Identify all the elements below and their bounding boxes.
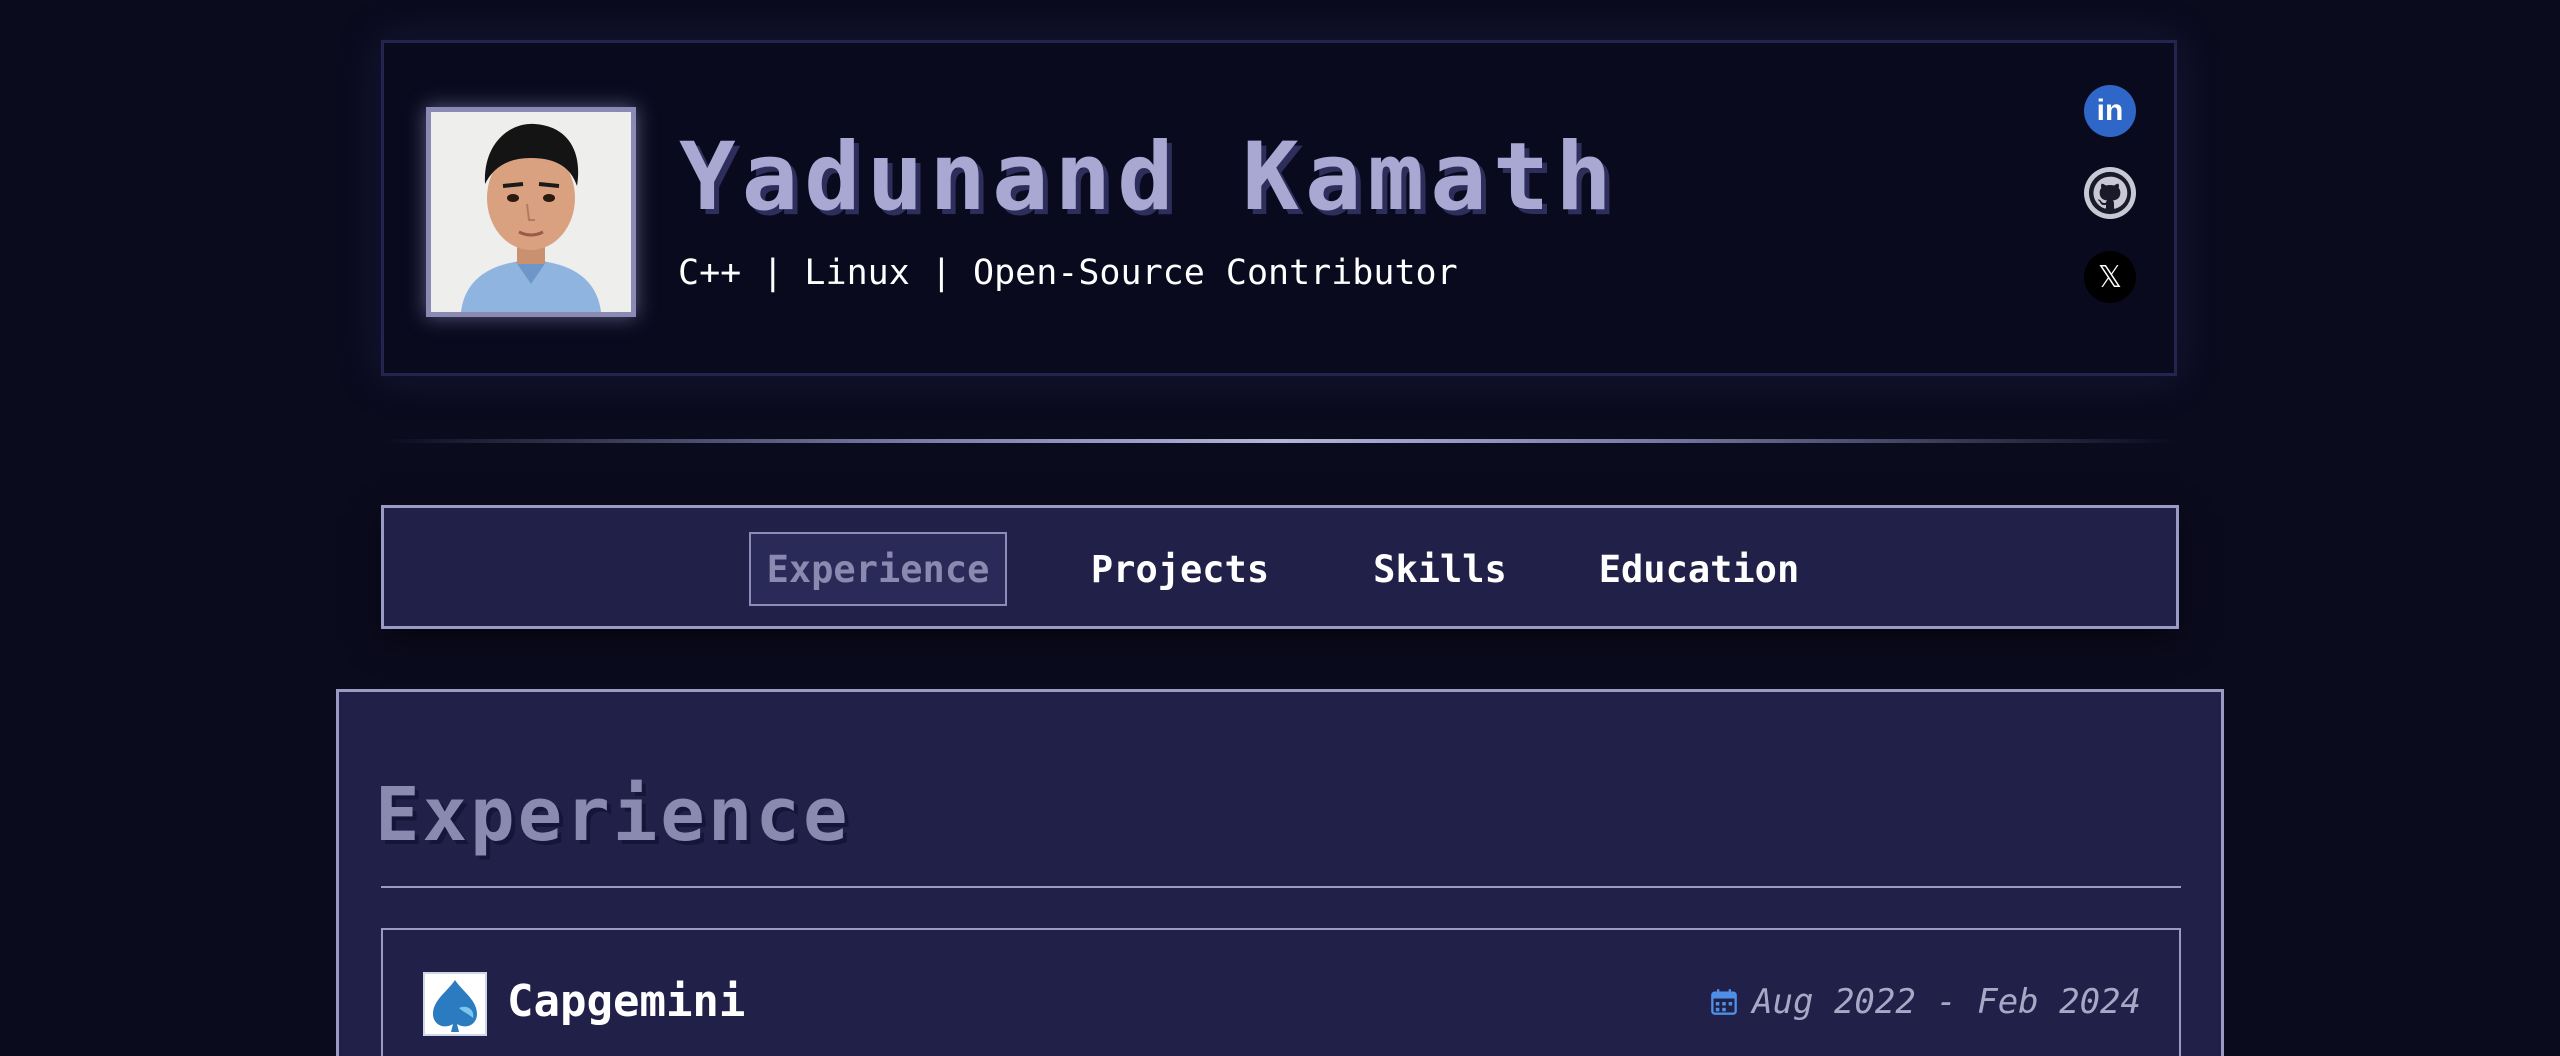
section-title: Experience [375,772,851,858]
x-twitter-icon[interactable]: 𝕏 [2084,251,2136,303]
profile-header: Yadunand Kamath C++ | Linux | Open-Sourc… [381,40,2177,376]
tab-education[interactable]: Education [1594,532,1804,606]
avatar-portrait [431,112,631,312]
page: Yadunand Kamath C++ | Linux | Open-Sourc… [0,0,2560,1056]
company-name: Capgemini [507,976,746,1027]
profile-name: Yadunand Kamath [679,123,1618,232]
job-dates: Aug 2022 - Feb 2024 [1710,982,2141,1022]
tab-experience[interactable]: Experience [749,532,1007,606]
capgemini-logo-icon [423,972,487,1036]
tab-skills[interactable]: Skills [1365,532,1515,606]
github-icon[interactable] [2084,167,2136,219]
header-divider [381,439,2177,443]
profile-tagline: C++ | Linux | Open-Source Contributor [678,253,1458,293]
x-label: 𝕏 [2097,259,2123,295]
linkedin-icon[interactable]: in [2084,85,2136,137]
job-card: Capgemini Aug 2022 - Feb 2024 [381,928,2181,1056]
tab-projects[interactable]: Projects [1085,532,1275,606]
github-octocat-glyph [2088,171,2132,215]
section-nav: Experience Projects Skills Education [381,505,2179,629]
linkedin-label: in [2096,94,2124,127]
capgemini-spade-glyph [433,980,477,1032]
job-dates-text: Aug 2022 - Feb 2024 [1752,982,2141,1022]
avatar [426,107,636,317]
experience-section: Experience Capgemini Aug 2022 - Feb 2024 [336,689,2224,1056]
section-divider [381,886,2181,888]
calendar-icon [1711,989,1737,1015]
